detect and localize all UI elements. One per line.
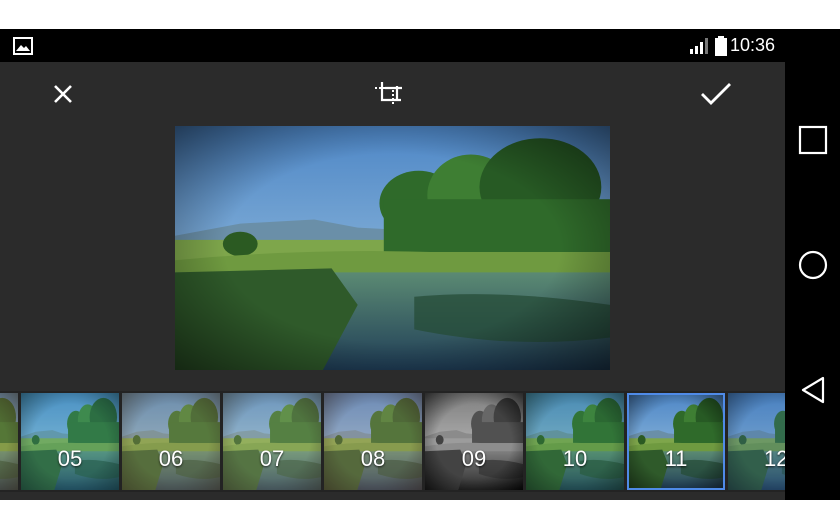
close-icon bbox=[54, 85, 72, 103]
status-time: 10:36 bbox=[729, 35, 775, 55]
triangle-back-icon bbox=[801, 376, 825, 404]
filter-thumb[interactable]: 07 bbox=[223, 393, 321, 490]
navigation-bar bbox=[785, 29, 840, 500]
filter-thumb[interactable]: 09 bbox=[425, 393, 523, 490]
filter-label: 06 bbox=[158, 446, 184, 471]
recents-button[interactable] bbox=[795, 122, 831, 158]
crop-icon bbox=[375, 82, 402, 106]
check-icon bbox=[701, 83, 731, 105]
filter-preview bbox=[21, 393, 119, 490]
filter-label: 09 bbox=[461, 446, 487, 471]
filter-thumb-selected[interactable]: 11 bbox=[627, 393, 725, 490]
filter-preview bbox=[728, 393, 785, 490]
filter-preview bbox=[324, 393, 422, 490]
filter-label: 08 bbox=[360, 446, 386, 471]
signal-icon bbox=[689, 37, 708, 54]
filter-label: 10 bbox=[562, 446, 588, 471]
crop-button[interactable] bbox=[372, 78, 404, 110]
filter-thumb[interactable]: 10 bbox=[526, 393, 624, 490]
photo-preview[interactable] bbox=[175, 126, 610, 370]
filter-label: 05 bbox=[57, 446, 83, 471]
filter-thumb[interactable]: 06 bbox=[122, 393, 220, 490]
confirm-button[interactable] bbox=[700, 78, 732, 110]
filter-label: 11 bbox=[664, 446, 688, 471]
filter-preview bbox=[122, 393, 220, 490]
filter-label: 07 bbox=[259, 446, 285, 471]
filter-thumb[interactable] bbox=[0, 393, 18, 490]
back-button[interactable] bbox=[795, 372, 831, 408]
filter-thumb[interactable]: 08 bbox=[324, 393, 422, 490]
filter-preview bbox=[0, 393, 18, 490]
home-button[interactable] bbox=[795, 247, 831, 283]
close-button[interactable] bbox=[47, 78, 79, 110]
filter-label: 12 bbox=[764, 446, 785, 471]
circle-icon bbox=[798, 250, 828, 280]
filter-thumb[interactable]: 05 bbox=[21, 393, 119, 490]
status-bar: 10:36 bbox=[0, 29, 785, 62]
filter-preview bbox=[627, 393, 725, 490]
filter-strip[interactable]: 05 06 07 08 09 10 11 12 bbox=[0, 391, 785, 492]
filter-preview bbox=[526, 393, 624, 490]
filter-preview bbox=[223, 393, 321, 490]
photo-editor: 05 06 07 08 09 10 11 12 bbox=[0, 62, 785, 500]
image-icon bbox=[13, 37, 33, 55]
filter-thumb[interactable]: 12 bbox=[728, 393, 785, 490]
battery-icon bbox=[714, 35, 727, 56]
landscape-photo bbox=[175, 126, 610, 370]
filter-preview bbox=[425, 393, 523, 490]
square-icon bbox=[798, 125, 828, 155]
